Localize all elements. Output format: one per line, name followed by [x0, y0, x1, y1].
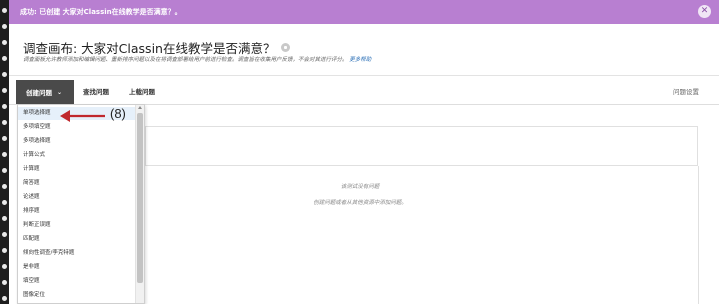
menu-item-short-answer[interactable]: 简答题	[18, 177, 136, 190]
menu-scrollbar[interactable]	[135, 105, 144, 303]
menu-item-likert[interactable]: 倾向性调查/李克特题	[18, 247, 136, 260]
menu-item-hot-spot[interactable]: 图像定位	[18, 289, 136, 302]
create-question-button[interactable]: 创建问题 ⌄	[16, 80, 74, 104]
question-type-menu: 单项选择题 多项填空题 多项选择题 计算公式 计算题 简答题 论述题 排序题 判…	[17, 104, 145, 304]
question-settings-button[interactable]: 问题设置	[673, 80, 699, 104]
description-text: 调查面板允许教师添加和编辑问题、重新排序问题以及在将调查部署给用户前进行检查。调…	[23, 57, 348, 63]
success-banner: 成功: 已创建 大家对Classin在线教学是否满意？。 ✕	[9, 0, 719, 24]
options-icon[interactable]	[281, 43, 291, 52]
menu-item-calculated-numeric[interactable]: 计算题	[18, 163, 136, 176]
left-binding-strip	[0, 0, 9, 304]
menu-item-true-false[interactable]: 判断正误题	[18, 219, 136, 232]
annotation-label: (8)	[110, 106, 126, 121]
empty-state-hint: 创建问题或者从其他资源中添加问题。	[313, 200, 407, 206]
close-icon[interactable]: ✕	[698, 5, 711, 18]
content-border	[698, 166, 699, 304]
empty-state-title: 该测试没有问题	[340, 184, 380, 190]
chevron-down-icon: ⌄	[57, 88, 63, 96]
menu-item-fill-blank[interactable]: 填空题	[18, 275, 136, 288]
menu-item-essay[interactable]: 论述题	[18, 191, 136, 204]
menu-item-ordering[interactable]: 排序题	[18, 205, 136, 218]
scrollbar-thumb[interactable]	[137, 113, 143, 283]
scroll-up-icon[interactable]	[138, 106, 142, 109]
menu-item-multiple-answer[interactable]: 多项选择题	[18, 135, 136, 148]
annotation-arrow-icon	[60, 110, 105, 122]
find-question-button[interactable]: 查找问题	[83, 80, 109, 104]
success-message: 成功: 已创建 大家对Classin在线教学是否满意？。	[20, 8, 182, 16]
header-divider	[9, 75, 719, 76]
content-panel	[145, 126, 698, 166]
toolbar: 创建问题 ⌄ 查找问题 上载问题 问题设置	[9, 80, 719, 104]
menu-item-matching[interactable]: 匹配题	[18, 233, 136, 246]
upload-question-button[interactable]: 上载问题	[129, 80, 155, 104]
create-question-label: 创建问题	[26, 89, 52, 97]
page: 成功: 已创建 大家对Classin在线教学是否满意？。 ✕ 调查画布: 大家对…	[0, 0, 719, 304]
more-help-link[interactable]: 更多帮助	[349, 57, 371, 63]
page-description: 调查面板允许教师添加和编辑问题、重新排序问题以及在将调查部署给用户前进行检查。调…	[23, 55, 371, 63]
menu-item-yes-no[interactable]: 是非题	[18, 261, 136, 274]
menu-item-calculated-formula[interactable]: 计算公式	[18, 149, 136, 162]
